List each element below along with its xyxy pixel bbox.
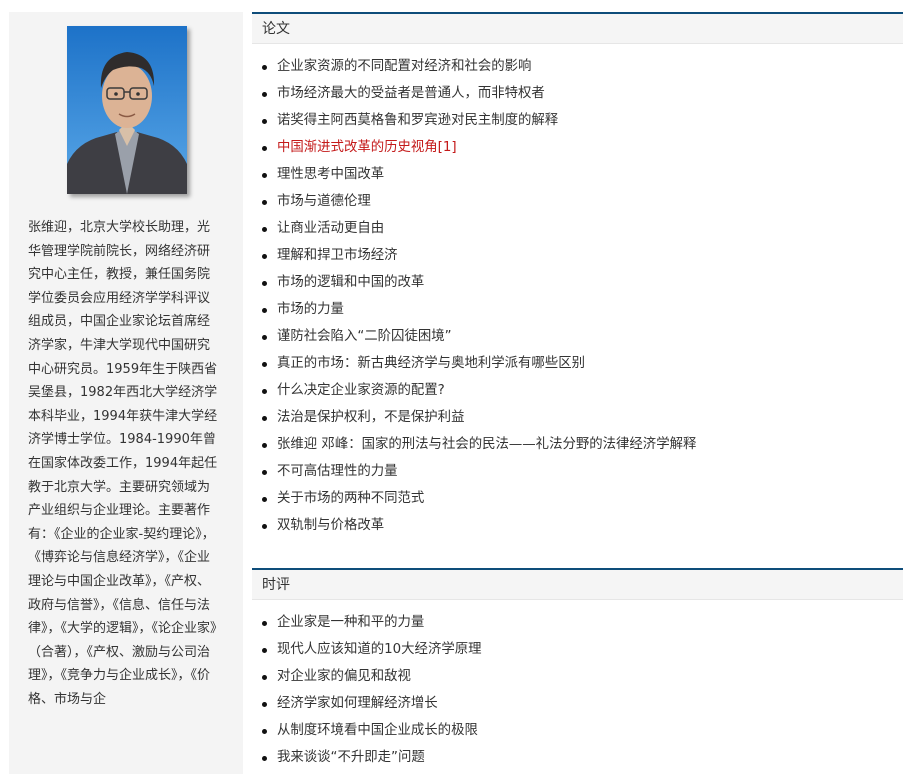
article-link[interactable]: 让商业活动更自由 [252, 215, 903, 242]
article-link[interactable]: 我来谈谈“不升即走”问题 [252, 744, 903, 771]
article-link[interactable]: 市场的逻辑和中国的改革 [252, 269, 903, 296]
article-link[interactable]: 法治是保护权利，不是保护利益 [252, 404, 903, 431]
author-photo [67, 26, 187, 194]
article-link[interactable]: 谨防社会陷入“二阶囚徒困境” [252, 323, 903, 350]
article-link[interactable]: 理性思考中国改革 [252, 161, 903, 188]
article-link[interactable]: 市场的力量 [252, 296, 903, 323]
author-portrait [67, 26, 187, 194]
author-sidebar: 张维迎，北京大学校长助理，光华管理学院前院长，网络经济研究中心主任，教授，兼任国… [9, 12, 243, 774]
article-link[interactable]: 从制度环境看中国企业成长的极限 [252, 717, 903, 744]
article-link[interactable]: 现代人应该知道的10大经济学原理 [252, 636, 903, 663]
commentary-list: 企业家是一种和平的力量 现代人应该知道的10大经济学原理 对企业家的偏见和敌视 经济学… [252, 609, 903, 771]
article-link[interactable]: 市场经济最大的受益者是普通人，而非特权者 [252, 80, 903, 107]
article-link[interactable]: 经济学家如何理解经济增长 [252, 690, 903, 717]
article-link[interactable]: 不可高估理性的力量 [252, 458, 903, 485]
article-link[interactable]: 企业家是一种和平的力量 [252, 609, 903, 636]
article-link[interactable]: 中国渐进式改革的历史视角[1] [252, 134, 903, 161]
papers-list: 企业家资源的不同配置对经济和社会的影响 市场经济最大的受益者是普通人，而非特权者诺… [252, 53, 903, 539]
commentary-section-title: 时评 [252, 568, 903, 600]
article-link[interactable]: 理解和捍卫市场经济 [252, 242, 903, 269]
page: 张维迎，北京大学校长助理，光华管理学院前院长，网络经济研究中心主任，教授，兼任国… [0, 0, 903, 774]
article-link[interactable]: 什么决定企业家资源的配置? [252, 377, 903, 404]
article-link[interactable]: 真正的市场：新古典经济学与奥地利学派有哪些区别 [252, 350, 903, 377]
article-link[interactable]: 诺奖得主阿西莫格鲁和罗宾逊对民主制度的解释 [252, 107, 903, 134]
author-bio: 张维迎，北京大学校长助理，光华管理学院前院长，网络经济研究中心主任，教授，兼任国… [28, 220, 218, 707]
article-link[interactable]: 企业家资源的不同配置对经济和社会的影响 [252, 53, 903, 80]
article-link[interactable]: 双轨制与价格改革 [252, 512, 903, 539]
article-link[interactable]: 张维迎 邓峰：国家的刑法与社会的民法——礼法分野的法律经济学解释 [252, 431, 903, 458]
papers-section-title: 论文 [252, 12, 903, 44]
papers-section: 论文 企业家资源的不同配置对经济和社会的影响 市场经济最大的受益者是普通人，而非特… [252, 12, 903, 539]
article-link[interactable]: 对企业家的偏见和敌视 [252, 663, 903, 690]
article-link[interactable]: 市场与道德伦理 [252, 188, 903, 215]
article-link[interactable]: 关于市场的两种不同范式 [252, 485, 903, 512]
commentary-section: 时评 企业家是一种和平的力量 现代人应该知道的10大经济学原理 对企业家的偏见和敌视… [252, 568, 903, 771]
